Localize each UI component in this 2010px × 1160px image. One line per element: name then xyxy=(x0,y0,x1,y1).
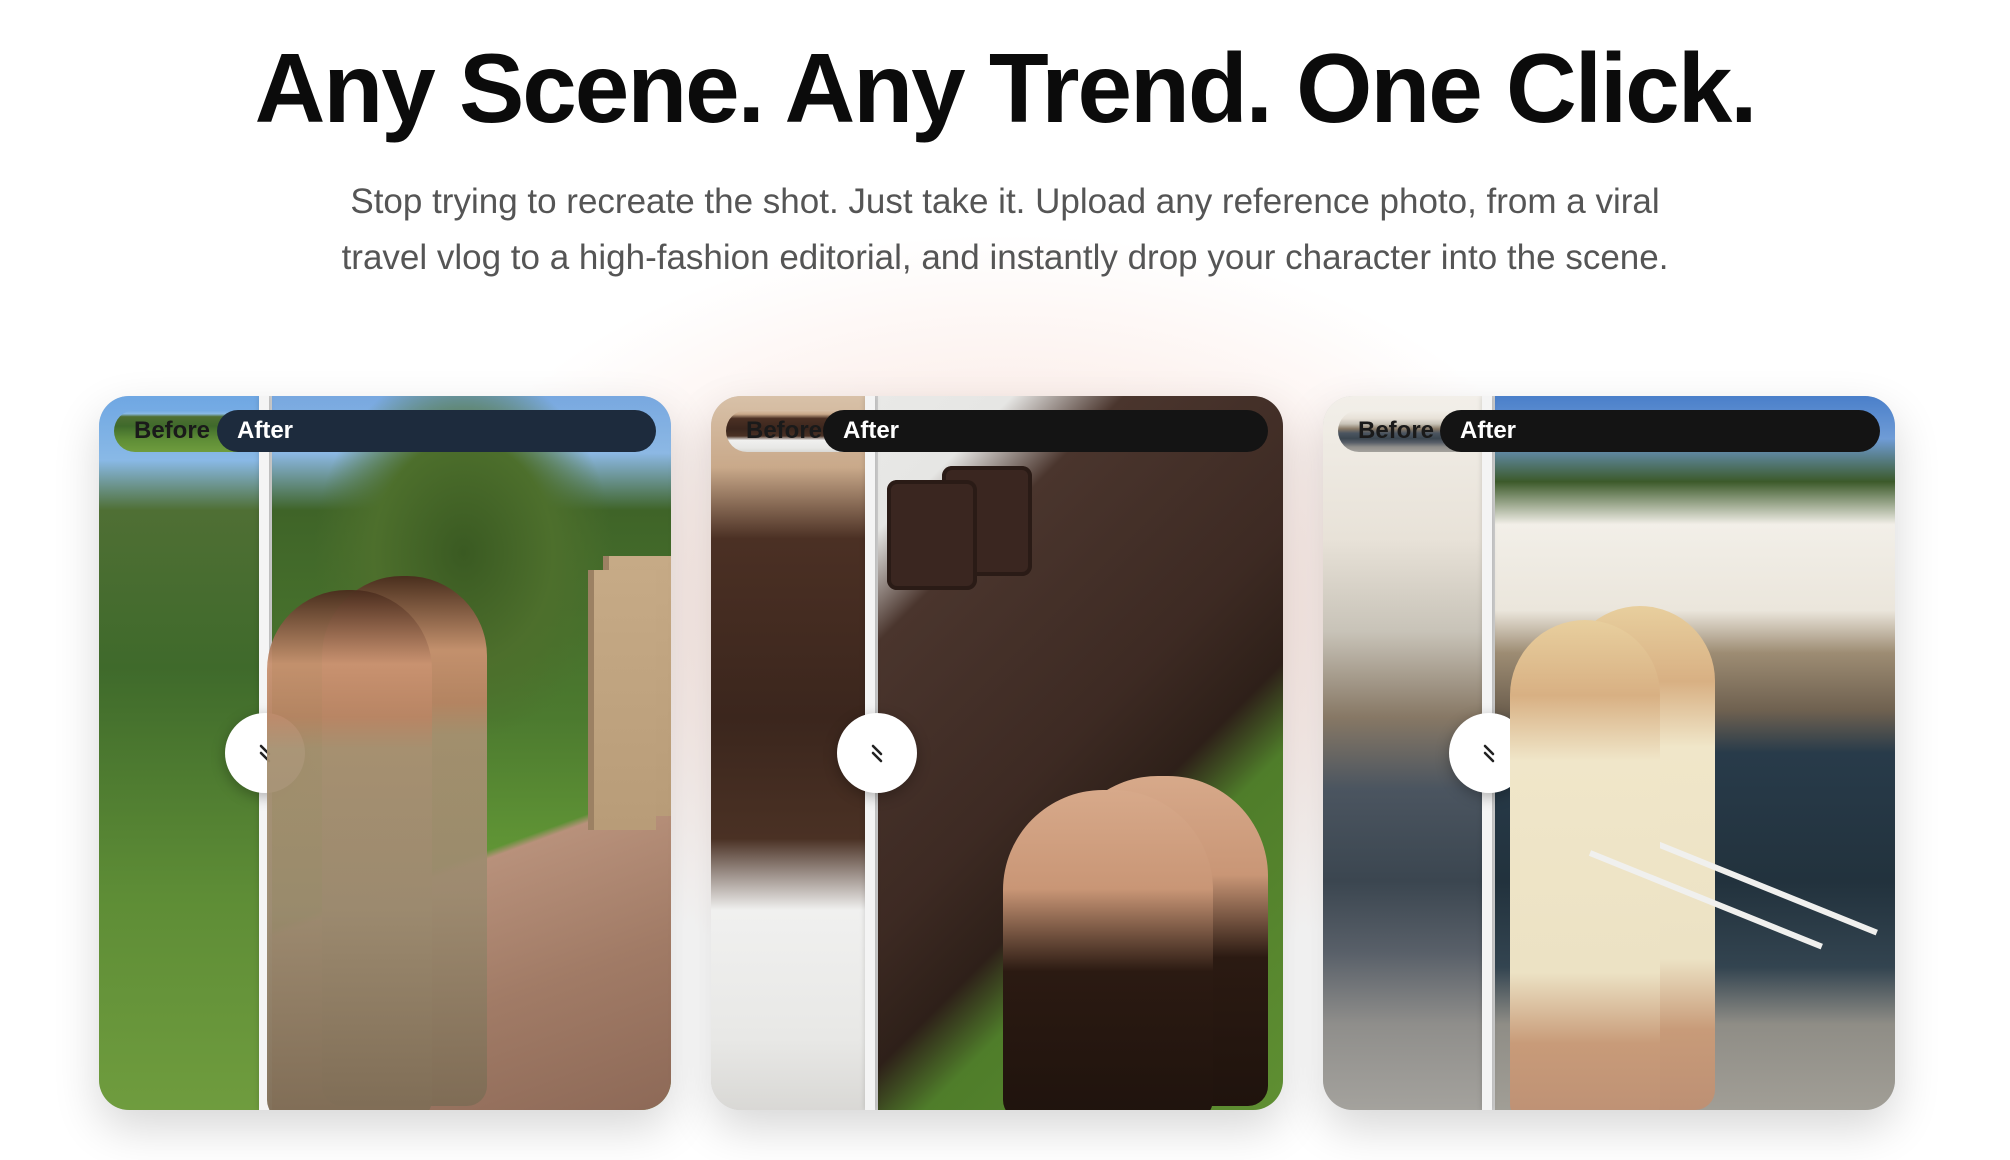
after-badge: After xyxy=(217,410,656,1110)
page-subtitle: Stop trying to recreate the shot. Just t… xyxy=(341,182,1669,277)
hero-section: Any Scene. Any Trend. One Click. Stop tr… xyxy=(0,0,2010,286)
before-after-card[interactable]: Before After xyxy=(1323,396,1895,1110)
comparison-slider-handle[interactable] xyxy=(837,713,917,793)
drag-handle-icon xyxy=(871,744,883,763)
before-after-card[interactable]: Before After xyxy=(711,396,1283,1110)
after-badge: After xyxy=(823,410,1268,1110)
page-title: Any Scene. Any Trend. One Click. xyxy=(254,33,1758,143)
after-badge: After xyxy=(1440,410,1880,1110)
drag-handle-icon xyxy=(1483,744,1495,763)
before-after-card[interactable]: Before After xyxy=(99,396,671,1110)
